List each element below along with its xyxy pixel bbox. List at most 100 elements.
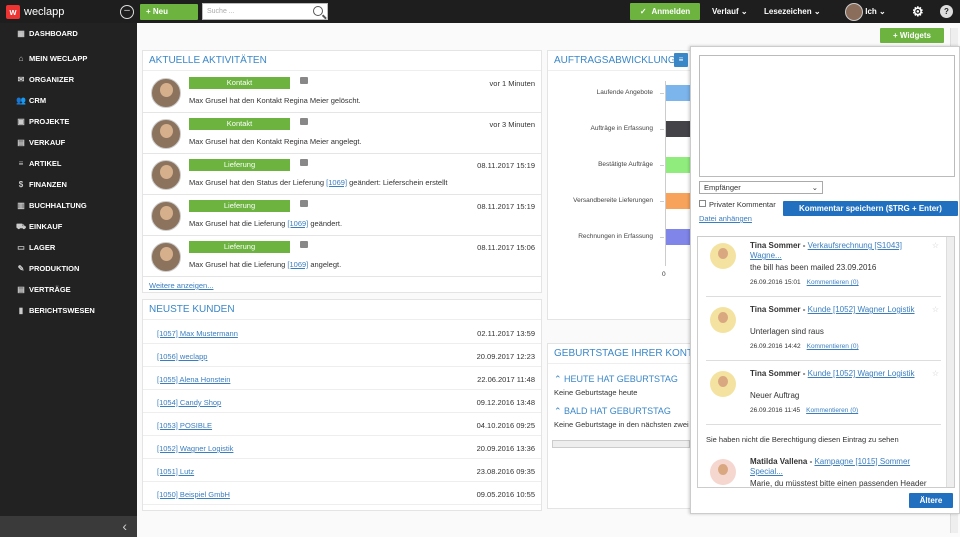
customer-link[interactable]: [1053] POSIBLE bbox=[157, 421, 212, 430]
activity-type-badge: Lieferung bbox=[189, 241, 290, 253]
delivery-link[interactable]: [1069] bbox=[287, 219, 308, 228]
customer-link[interactable]: [1054] Candy Shop bbox=[157, 398, 221, 407]
feed-date: 26.09.2016 14:42 bbox=[750, 343, 801, 350]
comment-icon[interactable] bbox=[300, 118, 308, 125]
customer-link[interactable]: [1051] Lutz bbox=[157, 467, 194, 476]
customer-link[interactable]: [1057] Max Mustermann bbox=[157, 329, 238, 338]
star-icon[interactable]: ☆ bbox=[932, 241, 939, 250]
sidebar-item-verträge[interactable]: ▤ VERTRÄGE bbox=[0, 279, 137, 300]
user-label: Ich bbox=[865, 7, 877, 16]
soon-birthday-heading[interactable]: ⌃ BALD HAT GEBURTSTAG bbox=[554, 406, 671, 417]
new-button[interactable]: + Neu bbox=[140, 3, 198, 20]
sidebar-item-projekte[interactable]: ▣ PROJEKTE bbox=[0, 111, 137, 132]
feed-reference-link[interactable]: Kunde [1052] Wagner Logistik bbox=[808, 369, 915, 378]
comment-link[interactable]: Kommentieren (0) bbox=[807, 279, 859, 286]
table-row: [1054] Candy Shop 09.12.2016 13:48 bbox=[143, 390, 541, 413]
customer-date: 20.09.2016 13:36 bbox=[476, 444, 535, 453]
birthdays-title: GEBURTSTAGE IHRER KONTAKTE bbox=[548, 344, 691, 364]
no-permission-text: Sie haben nicht die Berechtigung diesen … bbox=[706, 435, 899, 444]
customer-link[interactable]: [1056] weclapp bbox=[157, 352, 207, 361]
search-icon[interactable] bbox=[313, 6, 323, 16]
more-activities-link[interactable]: Weitere anzeigen... bbox=[149, 281, 213, 290]
avatar bbox=[151, 201, 181, 231]
activity-text-pre: Max Grusel hat den Kontakt Regina Meier … bbox=[189, 137, 362, 146]
table-row: [1053] POSIBLE 04.10.2016 09:25 bbox=[143, 413, 541, 436]
comment-link[interactable]: Kommentieren (0) bbox=[807, 343, 859, 350]
gear-icon[interactable]: ⚙ bbox=[912, 0, 924, 23]
customers-panel: NEUSTE KUNDEN [1057] Max Mustermann 02.11… bbox=[142, 299, 542, 511]
anmelden-button[interactable]: ✓ Anmelden bbox=[630, 3, 700, 20]
feed-author-name: Matilda Vallena bbox=[750, 457, 808, 466]
customer-link[interactable]: [1052] Wagner Logistik bbox=[157, 444, 233, 453]
today-birthday-text: Keine Geburtstage heute bbox=[554, 388, 638, 397]
help-icon[interactable]: ? bbox=[940, 0, 953, 23]
recipient-select[interactable]: Empfänger ⌄ bbox=[699, 181, 823, 194]
search-placeholder: Suche ... bbox=[207, 8, 235, 15]
sidebar-item-berichtswesen[interactable]: ▮ BERICHTSWESEN bbox=[0, 300, 137, 321]
attach-file-link[interactable]: Datei anhängen bbox=[699, 214, 752, 223]
sidebar-item-label: EINKAUF bbox=[29, 222, 63, 231]
save-comment-button[interactable]: Kommentar speichern ($TRG + Enter) bbox=[783, 201, 958, 216]
customer-date: 20.09.2017 12:23 bbox=[476, 352, 535, 361]
chart-category-label: Aufträge in Erfassung bbox=[590, 125, 653, 132]
older-button[interactable]: Ältere bbox=[909, 493, 953, 508]
sidebar-item-lager[interactable]: ▭ LAGER bbox=[0, 237, 137, 258]
chart-category-label: Bestätigte Aufträge bbox=[598, 161, 653, 168]
feed-reference-link[interactable]: Kunde [1052] Wagner Logistik bbox=[808, 305, 915, 314]
comment-icon[interactable]: ≡ bbox=[674, 53, 688, 67]
comment-icon[interactable] bbox=[300, 159, 308, 166]
book-icon: ▥ bbox=[17, 201, 25, 210]
sidebar-item-verkauf[interactable]: ▤ VERKAUF bbox=[0, 132, 137, 153]
sidebar-item-label: PROJEKTE bbox=[29, 117, 70, 126]
today-birthday-heading[interactable]: ⌃ HEUTE HAT GEBURTSTAG bbox=[554, 374, 678, 385]
sidebar-item-produktion[interactable]: ✎ PRODUKTION bbox=[0, 258, 137, 279]
customer-link[interactable]: [1050] Beispiel GmbH bbox=[157, 490, 230, 499]
sidebar-item-finanzen[interactable]: $ FINANZEN bbox=[0, 174, 137, 195]
sidebar-item-label: VERKAUF bbox=[29, 138, 66, 147]
comment-icon[interactable] bbox=[300, 200, 308, 207]
activity-item: Kontakt vor 3 Minuten Max Grusel hat den K… bbox=[143, 113, 541, 154]
horizontal-scrollbar[interactable] bbox=[552, 440, 690, 448]
comment-textarea[interactable] bbox=[699, 55, 955, 177]
sidebar-item-einkauf[interactable]: ⛟ EINKAUF bbox=[0, 216, 137, 237]
delivery-link[interactable]: [1069] bbox=[326, 178, 347, 187]
logo[interactable]: w weclapp bbox=[0, 0, 110, 23]
customer-date: 04.10.2016 09:25 bbox=[476, 421, 535, 430]
chart-tick bbox=[660, 93, 664, 94]
feed-separator: - bbox=[800, 241, 808, 250]
sidebar-item-artikel[interactable]: ≡ ARTIKEL bbox=[0, 153, 137, 174]
sidebar-item-crm[interactable]: 👥 CRM bbox=[0, 90, 137, 111]
avatar bbox=[710, 307, 736, 333]
delivery-link[interactable]: [1069] bbox=[287, 260, 308, 269]
wrench-icon: ✎ bbox=[17, 264, 25, 273]
comment-icon[interactable] bbox=[300, 241, 308, 248]
sidebar-item-buchhaltung[interactable]: ▥ BUCHHALTUNG bbox=[0, 195, 137, 216]
verlauf-menu[interactable]: Verlauf ⌄ bbox=[712, 0, 748, 23]
chevron-down-icon: ⌄ bbox=[879, 7, 886, 16]
people-icon: 👥 bbox=[16, 96, 26, 105]
sidebar-item-dashboard[interactable]: ▦ DASHBOARD bbox=[0, 23, 137, 44]
minus-circle-icon[interactable]: – bbox=[120, 4, 134, 19]
sidebar-item-mein weclapp[interactable]: ⌂ MEIN WECLAPP bbox=[0, 48, 137, 69]
customer-link[interactable]: [1055] Alena Honstein bbox=[157, 375, 230, 384]
chart-category-label: Laufende Angebote bbox=[596, 89, 653, 96]
feed-item: Tina Sommer - Verkaufsrechnung [S1043] W… bbox=[706, 237, 941, 297]
star-icon[interactable]: ☆ bbox=[932, 305, 939, 314]
feed-date: 26.09.2016 15:01 bbox=[750, 279, 801, 286]
sidebar-item-organizer[interactable]: ✉ ORGANIZER bbox=[0, 69, 137, 90]
sidebar-item-label: LAGER bbox=[29, 243, 56, 252]
star-icon[interactable]: ☆ bbox=[932, 369, 939, 378]
document-icon: ▤ bbox=[17, 138, 25, 147]
lesezeichen-menu[interactable]: Lesezeichen ⌄ bbox=[764, 0, 821, 23]
activity-text-pre: Max Grusel hat den Kontakt Regina Meier … bbox=[189, 96, 361, 105]
search-input[interactable]: Suche ... bbox=[202, 3, 328, 20]
feed-scrollbar[interactable] bbox=[946, 237, 954, 487]
feed-item: Matilda Vallena - Kampagne [1015] Sommer… bbox=[706, 453, 941, 487]
comment-link[interactable]: Kommentieren (0) bbox=[806, 407, 858, 414]
activity-time: 08.11.2017 15:06 bbox=[477, 243, 535, 252]
widgets-button[interactable]: + Widgets bbox=[880, 28, 944, 43]
collapse-sidebar-icon[interactable]: ‹ bbox=[0, 516, 137, 537]
private-comment-checkbox[interactable]: Privater Kommentar bbox=[699, 200, 776, 209]
user-menu[interactable]: Ich ⌄ bbox=[845, 0, 886, 23]
comment-icon[interactable] bbox=[300, 77, 308, 84]
